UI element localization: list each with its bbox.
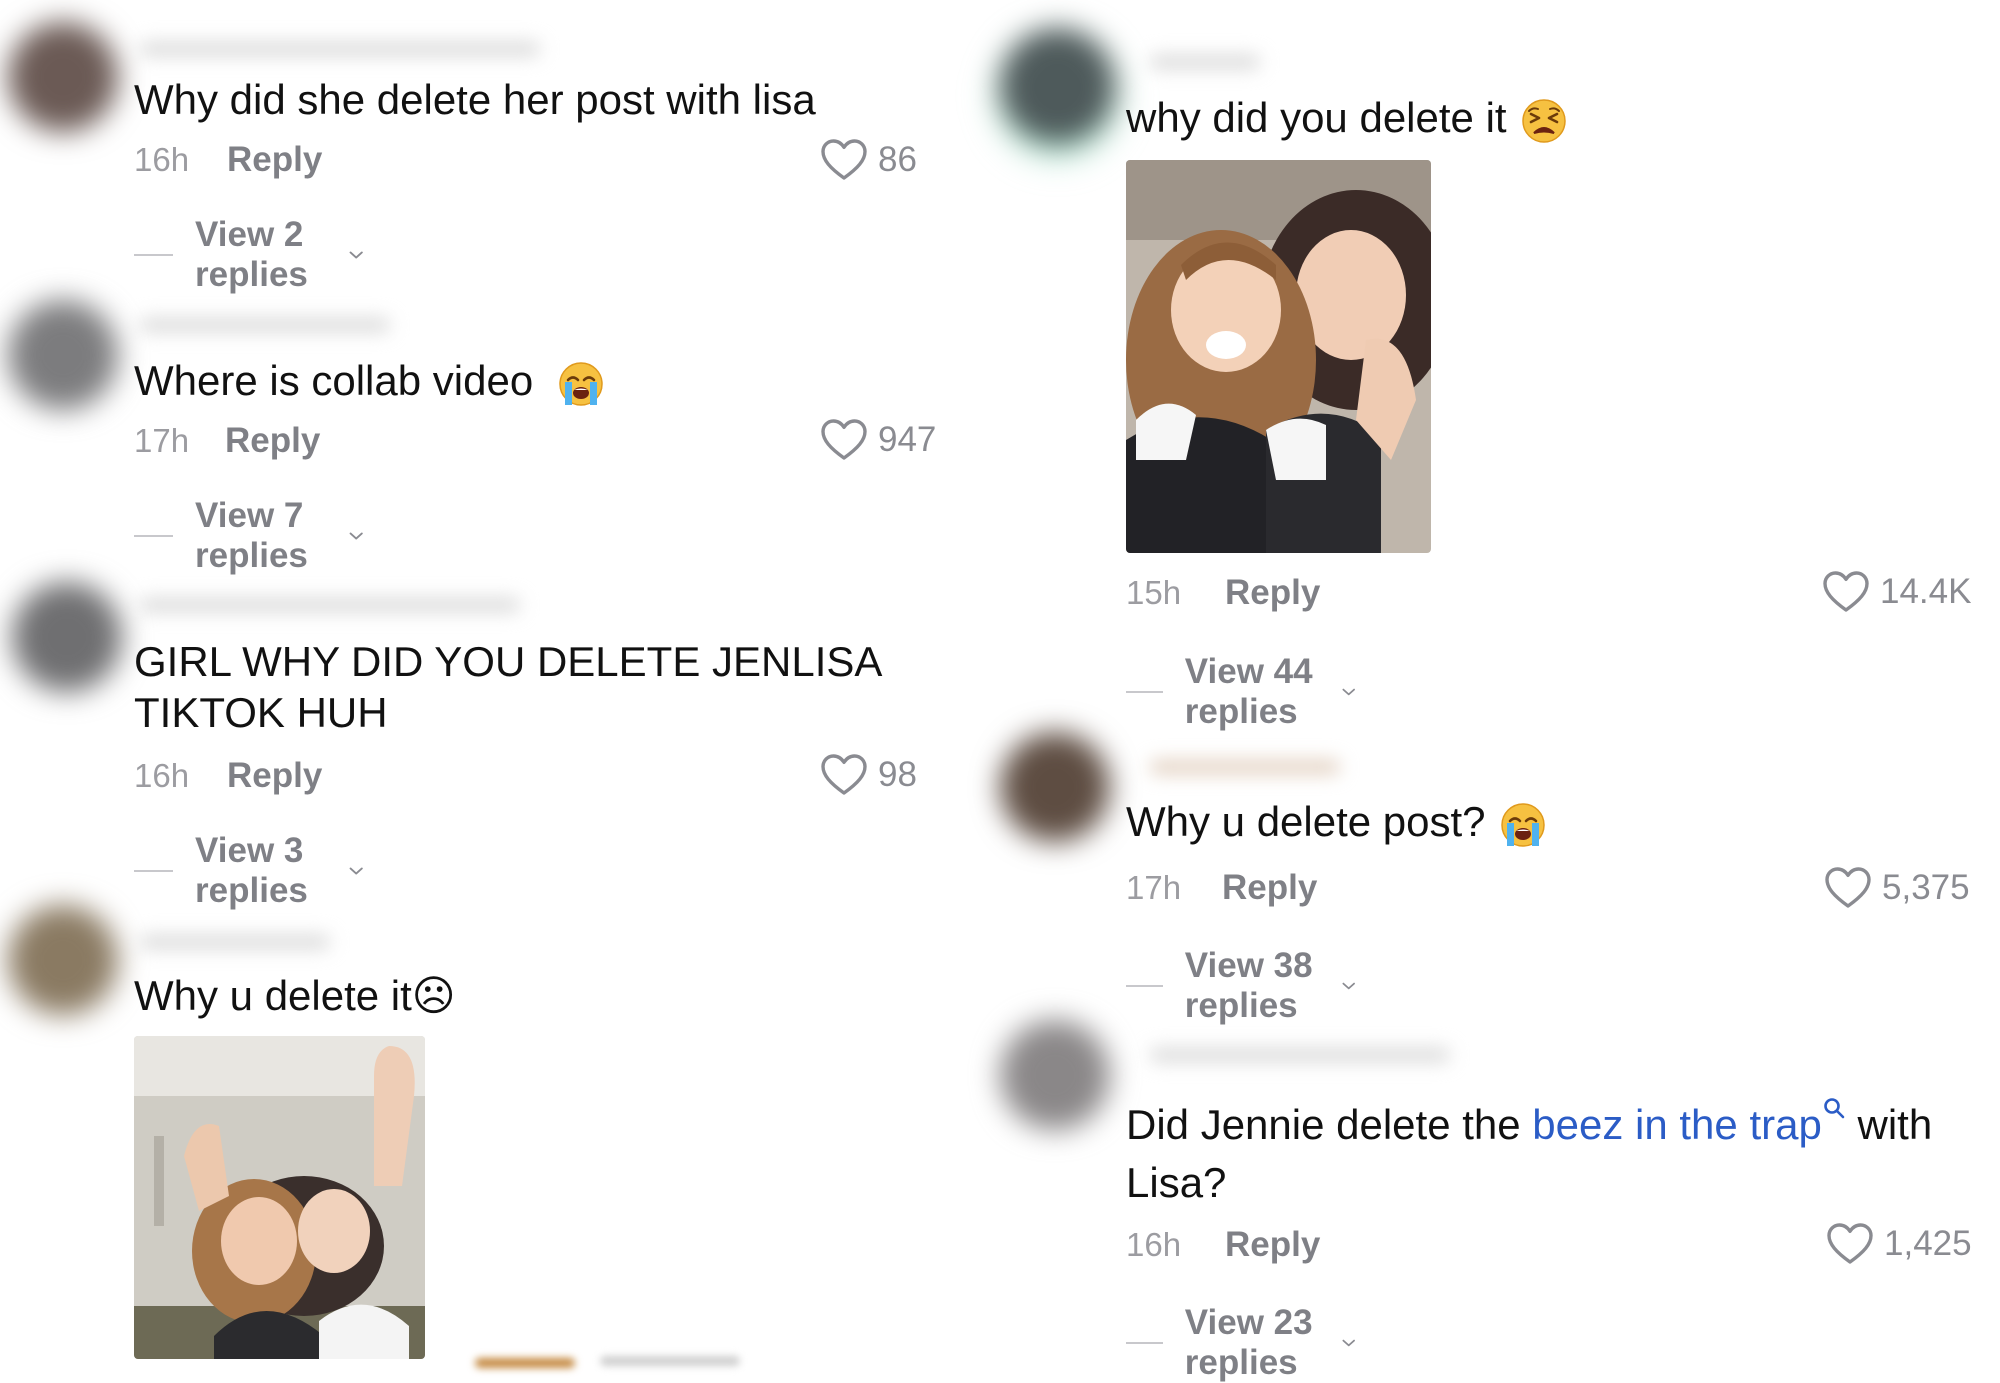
like-count: 14.4K — [1880, 572, 1972, 611]
search-link[interactable]: beez in the trap — [1532, 1098, 1846, 1148]
chevron-down-icon — [348, 527, 364, 545]
reply-button[interactable]: Reply — [225, 421, 320, 461]
chevron-down-icon — [348, 862, 364, 880]
photo-image — [134, 1036, 425, 1359]
view-replies-label: View 44 replies — [1184, 652, 1313, 731]
view-replies-button[interactable]: View 44 replies — [1126, 652, 1357, 732]
divider-line — [1126, 691, 1163, 693]
divider-line — [134, 535, 174, 537]
like-count: 947 — [878, 420, 937, 459]
like-button[interactable]: 98 — [820, 753, 917, 797]
search-link-label: beez in the trap — [1532, 1101, 1822, 1148]
avatar[interactable] — [8, 22, 118, 132]
view-replies-button[interactable]: View 2 replies — [134, 215, 365, 295]
view-replies-label: View 2 replies — [195, 215, 308, 294]
chevron-down-icon — [348, 246, 364, 264]
avatar[interactable] — [8, 905, 118, 1015]
view-replies-button[interactable]: View 38 replies — [1126, 946, 1357, 1026]
username-blurred[interactable] — [140, 935, 330, 949]
like-button[interactable]: 14.4K — [1822, 570, 1971, 614]
view-replies-label: View 3 replies — [195, 831, 308, 910]
chevron-down-icon — [1341, 977, 1356, 995]
heart-outline-icon — [1822, 570, 1870, 614]
heart-outline-icon — [1824, 866, 1872, 910]
divider-line — [1126, 1342, 1163, 1344]
comment-text-content: Why u delete post? — [1126, 798, 1486, 845]
avatar[interactable] — [1000, 28, 1115, 143]
like-count: 5,375 — [1882, 868, 1970, 907]
avatar[interactable] — [1000, 1020, 1110, 1130]
reply-button[interactable]: Reply — [1222, 868, 1317, 908]
like-button[interactable]: 1,425 — [1826, 1222, 1972, 1266]
comment-text-content: Where is collab video — [134, 357, 534, 404]
view-replies-label: View 23 replies — [1184, 1303, 1313, 1382]
username-blurred[interactable] — [140, 42, 540, 56]
comment-text-content: why did you delete it — [1126, 94, 1507, 141]
blurred-element — [600, 1356, 740, 1366]
comment-photo[interactable] — [134, 1036, 425, 1359]
comment-photo[interactable] — [1126, 160, 1431, 553]
comment-text: Did Jennie delete the beez in the trap w… — [1126, 1096, 1986, 1212]
photo-image — [1126, 160, 1431, 553]
reply-button[interactable]: Reply — [227, 140, 322, 180]
loudly-crying-face-icon — [1499, 801, 1547, 849]
view-replies-label: View 7 replies — [195, 496, 308, 575]
divider-line — [1126, 985, 1163, 987]
avatar[interactable] — [8, 300, 118, 410]
heart-outline-icon — [820, 418, 868, 462]
view-replies-button[interactable]: View 3 replies — [134, 831, 365, 911]
avatar[interactable] — [1000, 732, 1110, 842]
loudly-crying-face-icon — [557, 360, 605, 408]
like-count: 86 — [878, 140, 917, 179]
username-blurred[interactable] — [1150, 1048, 1450, 1062]
like-count: 98 — [878, 755, 917, 794]
comment-text-before: Did Jennie delete the — [1126, 1101, 1533, 1148]
divider-line — [134, 870, 174, 872]
comment-time: 17h — [134, 422, 190, 459]
comment-time: 15h — [1126, 574, 1182, 611]
blurred-element — [475, 1358, 575, 1368]
chevron-down-icon — [1341, 1334, 1356, 1352]
like-button[interactable]: 86 — [820, 138, 917, 182]
comment-time: 16h — [134, 141, 190, 178]
comment-text: GIRL WHY DID YOU DELETE JENLISA TIKTOK H… — [134, 638, 881, 736]
heart-outline-icon — [1826, 1222, 1874, 1266]
comment-text: Why did she delete her post with lisa — [134, 76, 816, 123]
comment-time: 16h — [134, 757, 190, 794]
like-count: 1,425 — [1884, 1224, 1972, 1263]
divider-line — [134, 254, 174, 256]
username-blurred[interactable] — [140, 318, 390, 332]
comment-text: Why u delete post? — [1126, 796, 1547, 849]
like-button[interactable]: 947 — [820, 418, 936, 462]
comment-text: why did you delete it — [1126, 92, 1568, 145]
reply-button[interactable]: Reply — [1225, 573, 1320, 613]
username-blurred[interactable] — [1150, 55, 1260, 69]
chevron-down-icon — [1341, 683, 1356, 701]
heart-outline-icon — [820, 138, 868, 182]
avatar[interactable] — [12, 582, 122, 692]
reply-button[interactable]: Reply — [1225, 1225, 1320, 1265]
username-blurred[interactable] — [140, 598, 520, 612]
comment-time: 16h — [1126, 1226, 1182, 1263]
reply-button[interactable]: Reply — [227, 756, 322, 796]
comment-text: Where is collab video — [134, 355, 605, 408]
username-blurred[interactable] — [1150, 760, 1340, 774]
like-button[interactable]: 5,375 — [1824, 866, 1970, 910]
view-replies-label: View 38 replies — [1184, 946, 1313, 1025]
comment-time: 17h — [1126, 869, 1182, 906]
comment-text: Why u delete it☹ — [134, 972, 456, 1019]
tired-face-icon — [1520, 97, 1568, 145]
view-replies-button[interactable]: View 7 replies — [134, 496, 365, 576]
heart-outline-icon — [820, 753, 868, 797]
search-icon — [1824, 1098, 1845, 1119]
view-replies-button[interactable]: View 23 replies — [1126, 1303, 1357, 1383]
